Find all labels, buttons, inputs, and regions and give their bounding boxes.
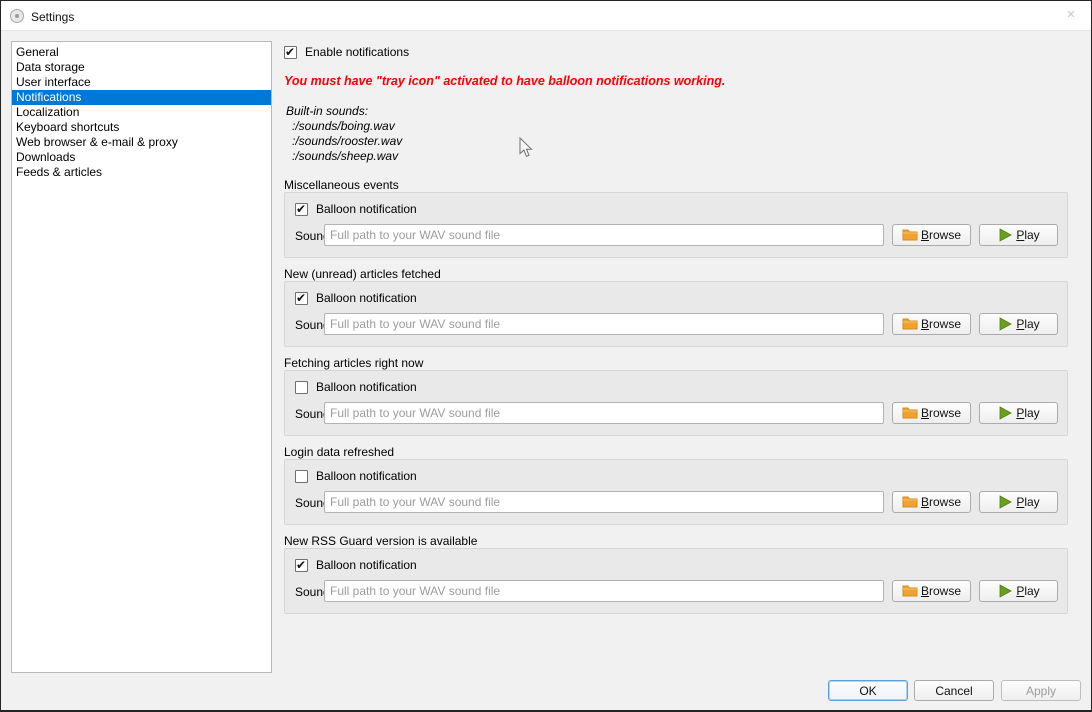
cancel-button[interactable]: Cancel <box>914 680 994 701</box>
folder-icon <box>902 494 918 510</box>
browse-button[interactable]: Browse <box>892 313 971 335</box>
browse-label: Browse <box>921 584 961 598</box>
sound-path-input[interactable] <box>324 224 884 246</box>
play-label: Play <box>1016 228 1039 242</box>
section-panel-new-articles: Balloon notification Sound Browse Play <box>284 281 1068 347</box>
builtin-sounds-block: Built-in sounds: :/sounds/boing.wav :/so… <box>286 104 402 164</box>
play-label: Play <box>1016 406 1039 420</box>
section-panel-login-refreshed: Balloon notification Sound Browse Play <box>284 459 1068 525</box>
section-panel-new-version: Balloon notification Sound Browse Play <box>284 548 1068 614</box>
browse-label: Browse <box>921 228 961 242</box>
tray-icon-warning: You must have "tray icon" activated to h… <box>284 74 725 88</box>
section-title-fetching-now: Fetching articles right now <box>284 356 423 370</box>
balloon-notification-row[interactable]: Balloon notification <box>295 202 417 216</box>
browse-button[interactable]: Browse <box>892 491 971 513</box>
balloon-notification-label: Balloon notification <box>316 469 417 483</box>
builtin-sounds-title: Built-in sounds: <box>286 104 402 119</box>
play-button[interactable]: Play <box>979 224 1058 246</box>
apply-button[interactable]: Apply <box>1001 680 1081 701</box>
play-icon <box>997 227 1013 243</box>
title-bar[interactable]: Settings × <box>1 1 1091 31</box>
play-label: Play <box>1016 317 1039 331</box>
notifications-pane: Enable notifications You must have "tray… <box>1 31 1091 712</box>
section-panel-fetching-now: Balloon notification Sound Browse Play <box>284 370 1068 436</box>
enable-notifications-checkbox[interactable] <box>284 46 297 59</box>
enable-notifications-label: Enable notifications <box>305 45 409 59</box>
browse-button[interactable]: Browse <box>892 402 971 424</box>
section-panel-misc-events: Balloon notification Sound Browse Play <box>284 192 1068 258</box>
balloon-notification-checkbox[interactable] <box>295 292 308 305</box>
folder-icon <box>902 405 918 421</box>
balloon-notification-checkbox[interactable] <box>295 203 308 216</box>
browse-label: Browse <box>921 317 961 331</box>
balloon-notification-row[interactable]: Balloon notification <box>295 469 417 483</box>
balloon-notification-label: Balloon notification <box>316 380 417 394</box>
settings-dialog: Settings × General Data storage User int… <box>0 0 1092 712</box>
close-icon[interactable]: × <box>1063 7 1079 23</box>
balloon-notification-checkbox[interactable] <box>295 381 308 394</box>
balloon-notification-label: Balloon notification <box>316 202 417 216</box>
builtin-sound-file: :/sounds/sheep.wav <box>292 149 402 164</box>
section-title-misc-events: Miscellaneous events <box>284 178 399 192</box>
balloon-notification-row[interactable]: Balloon notification <box>295 291 417 305</box>
play-icon <box>997 583 1013 599</box>
settings-gear-icon <box>10 9 24 23</box>
balloon-notification-row[interactable]: Balloon notification <box>295 380 417 394</box>
section-title-new-version: New RSS Guard version is available <box>284 534 477 548</box>
section-title-new-articles: New (unread) articles fetched <box>284 267 441 281</box>
balloon-notification-checkbox[interactable] <box>295 470 308 483</box>
sound-path-input[interactable] <box>324 313 884 335</box>
browse-button[interactable]: Browse <box>892 580 971 602</box>
ok-button[interactable]: OK <box>828 680 908 701</box>
builtin-sound-file: :/sounds/boing.wav <box>292 119 402 134</box>
browse-button[interactable]: Browse <box>892 224 971 246</box>
play-label: Play <box>1016 584 1039 598</box>
play-label: Play <box>1016 495 1039 509</box>
folder-icon <box>902 316 918 332</box>
sound-path-input[interactable] <box>324 580 884 602</box>
mouse-cursor <box>519 137 533 158</box>
section-title-login-refreshed: Login data refreshed <box>284 445 394 459</box>
play-button[interactable]: Play <box>979 491 1058 513</box>
balloon-notification-row[interactable]: Balloon notification <box>295 558 417 572</box>
play-button[interactable]: Play <box>979 402 1058 424</box>
play-button[interactable]: Play <box>979 580 1058 602</box>
balloon-notification-label: Balloon notification <box>316 558 417 572</box>
play-icon <box>997 316 1013 332</box>
browse-label: Browse <box>921 495 961 509</box>
sound-path-input[interactable] <box>324 491 884 513</box>
play-icon <box>997 405 1013 421</box>
folder-icon <box>902 583 918 599</box>
play-icon <box>997 494 1013 510</box>
enable-notifications-row[interactable]: Enable notifications <box>284 45 409 59</box>
play-button[interactable]: Play <box>979 313 1058 335</box>
builtin-sound-file: :/sounds/rooster.wav <box>292 134 402 149</box>
browse-label: Browse <box>921 406 961 420</box>
window-title: Settings <box>31 10 74 24</box>
balloon-notification-checkbox[interactable] <box>295 559 308 572</box>
sound-path-input[interactable] <box>324 402 884 424</box>
balloon-notification-label: Balloon notification <box>316 291 417 305</box>
folder-icon <box>902 227 918 243</box>
